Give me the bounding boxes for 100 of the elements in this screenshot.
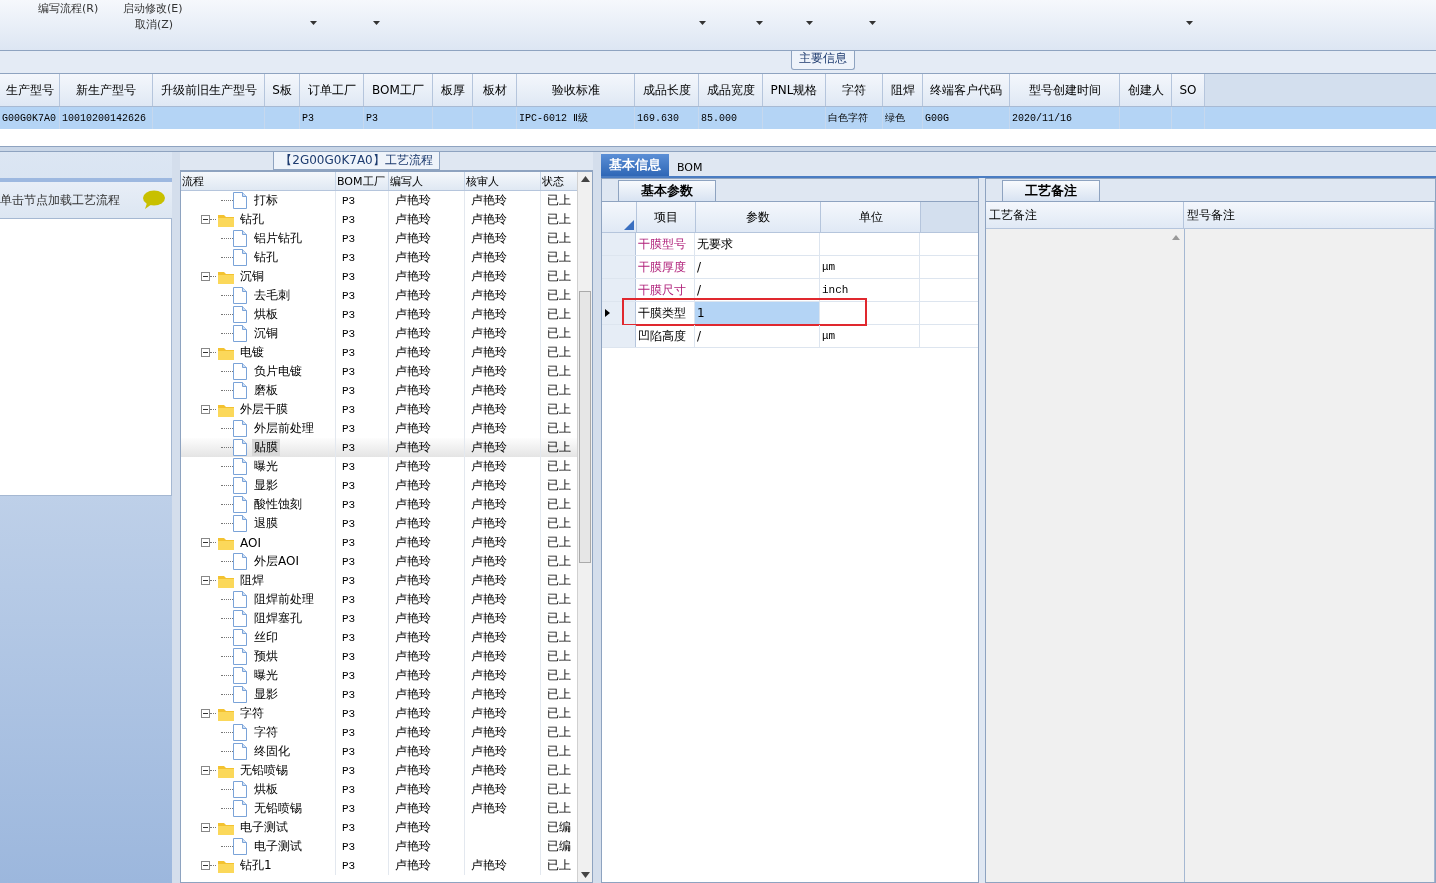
table-cell: 已上	[547, 477, 571, 494]
collapse-icon[interactable]	[201, 709, 210, 718]
column-header[interactable]: 板材	[473, 74, 517, 106]
tree-node[interactable]: 显影	[252, 686, 280, 703]
tree-node[interactable]: 预烘	[252, 648, 280, 665]
tree-node[interactable]: 阻焊	[238, 572, 266, 589]
column-header[interactable]: 阻焊	[883, 74, 923, 106]
tree-node[interactable]: AOI	[238, 535, 263, 550]
scrollbar[interactable]	[577, 172, 592, 882]
column-header[interactable]: 流程	[181, 172, 336, 190]
row-header[interactable]	[602, 302, 636, 324]
table-cell: 已上	[547, 306, 571, 323]
tree-node[interactable]: 字符	[238, 705, 266, 722]
tree-node[interactable]: 字符	[252, 724, 280, 741]
column-header[interactable]: BOM工厂	[336, 172, 389, 190]
tree-node[interactable]: 电镀	[238, 344, 266, 361]
column-header[interactable]: 升级前旧生产型号	[153, 74, 265, 106]
column-header[interactable]: 型号备注	[1184, 202, 1435, 228]
column-header[interactable]: BOM工厂	[364, 74, 433, 106]
menu-command[interactable]: 编写流程(R)	[38, 1, 99, 16]
tree-node[interactable]: 去毛刺	[252, 287, 292, 304]
caret-icon[interactable]	[806, 21, 813, 25]
column-header[interactable]: 订单工厂	[300, 74, 364, 106]
table-cell: P3	[342, 536, 356, 549]
tree-node[interactable]: 沉铜	[238, 268, 266, 285]
column-header[interactable]: 新生产型号	[60, 74, 153, 106]
tree-node[interactable]: 烘板	[252, 781, 280, 798]
tree-node[interactable]: 无铅喷锡	[252, 800, 304, 817]
collapse-icon[interactable]	[201, 861, 210, 870]
column-header[interactable]: 成品宽度	[699, 74, 763, 106]
caret-icon[interactable]	[373, 21, 380, 25]
column-header[interactable]: 参数	[696, 202, 821, 232]
tree-node[interactable]: 磨板	[252, 382, 280, 399]
column-header[interactable]: 验收标准	[517, 74, 635, 106]
caret-icon[interactable]	[699, 21, 706, 25]
table-cell: 已上	[547, 610, 571, 627]
table-cell: 卢艳玲	[395, 420, 431, 437]
column-header[interactable]: 单位	[821, 202, 921, 232]
tree-node[interactable]: 显影	[252, 477, 280, 494]
tree-node[interactable]: 铝片钻孔	[252, 230, 304, 247]
tree-node[interactable]: 钻孔1	[238, 857, 274, 874]
tree-node[interactable]: 烘板	[252, 306, 280, 323]
caret-icon[interactable]	[1186, 21, 1193, 25]
tree-node[interactable]: 打标	[252, 192, 280, 209]
column-header[interactable]: PNL规格	[763, 74, 826, 106]
collapse-icon[interactable]	[201, 823, 210, 832]
tab[interactable]: 基本信息	[601, 154, 669, 176]
collapse-icon[interactable]	[201, 538, 210, 547]
column-header[interactable]: S板	[265, 74, 300, 106]
table-cell: 已上	[547, 553, 571, 570]
tree-node[interactable]: 电子测试	[238, 819, 290, 836]
collapse-icon[interactable]	[201, 215, 210, 224]
collapse-icon[interactable]	[201, 272, 210, 281]
tree-node[interactable]: 贴膜	[252, 439, 280, 456]
scroll-up-icon[interactable]	[580, 176, 590, 182]
column-header[interactable]: 终端客户代码	[923, 74, 1010, 106]
caret-icon[interactable]	[310, 21, 317, 25]
column-header[interactable]: 生产型号	[0, 74, 60, 106]
column-header[interactable]: 项目	[637, 202, 696, 232]
column-header[interactable]: 创建人	[1120, 74, 1172, 106]
tree-node[interactable]: 外层AOI	[252, 553, 301, 570]
scroll-down-icon[interactable]	[580, 872, 590, 878]
collapse-icon[interactable]	[201, 766, 210, 775]
tab[interactable]: 工艺备注	[1002, 180, 1100, 201]
menu-command[interactable]: 取消(Z)	[135, 17, 174, 32]
tree-node[interactable]: 阻焊前处理	[252, 591, 316, 608]
tree-node[interactable]: 退膜	[252, 515, 280, 532]
tab[interactable]: BOM	[669, 158, 711, 176]
tree-node[interactable]: 负片电镀	[252, 363, 304, 380]
tree-node[interactable]: 阻焊塞孔	[252, 610, 304, 627]
collapse-icon[interactable]	[201, 348, 210, 357]
caret-icon[interactable]	[869, 21, 876, 25]
collapse-icon[interactable]	[201, 405, 210, 414]
column-header[interactable]: 型号创建时间	[1010, 74, 1120, 106]
tree-node[interactable]: 曝光	[252, 458, 280, 475]
tree-node[interactable]: 丝印	[252, 629, 280, 646]
tree-node[interactable]: 酸性蚀刻	[252, 496, 304, 513]
column-header[interactable]: SO	[1172, 74, 1205, 106]
column-header[interactable]: 核审人	[465, 172, 541, 190]
tree-node[interactable]: 终固化	[252, 743, 292, 760]
column-header[interactable]: 成品长度	[635, 74, 699, 106]
tab[interactable]: 基本参数	[618, 180, 716, 201]
column-header[interactable]: 板厚	[433, 74, 473, 106]
table-cell: 干膜厚度	[638, 258, 686, 276]
column-header[interactable]: 工艺备注	[986, 202, 1184, 228]
tree-node[interactable]: 无铅喷锡	[238, 762, 290, 779]
tree-node[interactable]: 外层干膜	[238, 401, 290, 418]
collapse-icon[interactable]	[201, 576, 210, 585]
tree-node[interactable]: 沉铜	[252, 325, 280, 342]
column-header[interactable]: 编写人	[389, 172, 465, 190]
caret-icon[interactable]	[756, 21, 763, 25]
table-cell: 卢艳玲	[471, 249, 507, 266]
tree-node[interactable]: 钻孔	[252, 249, 280, 266]
tree-node[interactable]: 外层前处理	[252, 420, 316, 437]
column-header[interactable]: 字符	[826, 74, 883, 106]
menu-command[interactable]: 启动修改(E)	[123, 1, 183, 16]
table-cell: P3	[342, 821, 356, 834]
tree-node[interactable]: 钻孔	[238, 211, 266, 228]
tree-node[interactable]: 电子测试	[252, 838, 304, 855]
tree-node[interactable]: 曝光	[252, 667, 280, 684]
